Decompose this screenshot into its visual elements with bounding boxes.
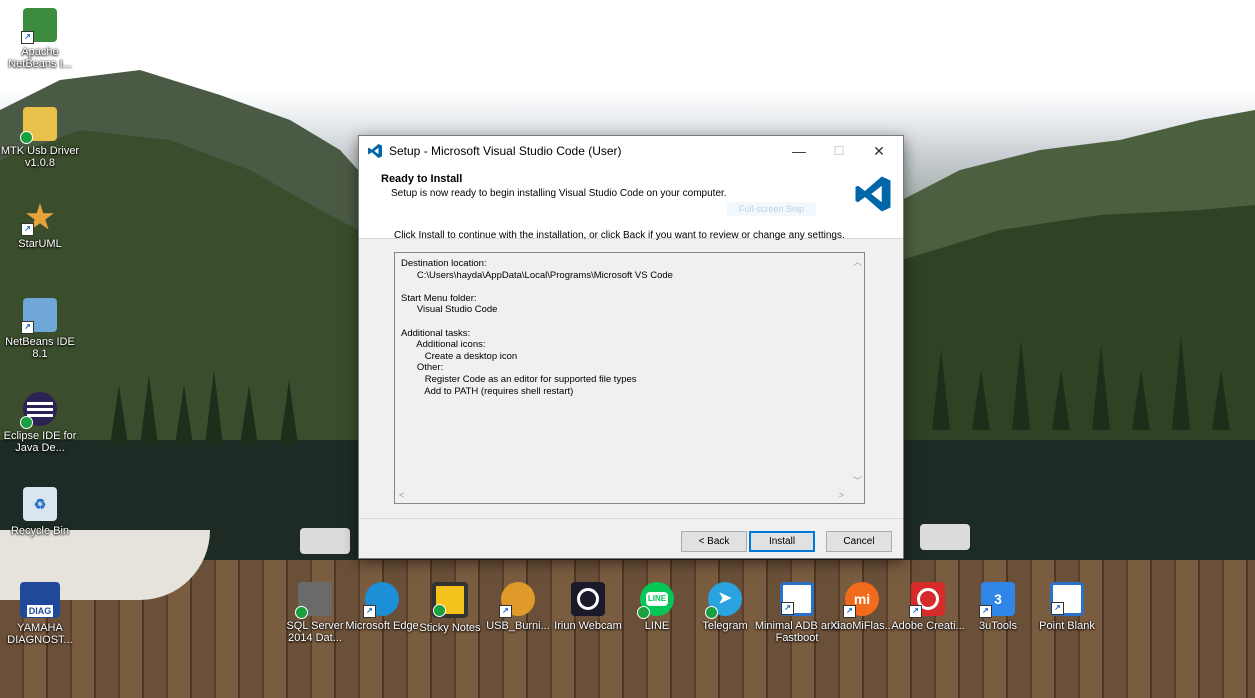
mi-glyph: mi	[853, 591, 871, 607]
desktop-icon-label: Iriun Webcam	[554, 620, 622, 632]
desktop-icon-apache-netbeans[interactable]: ↗ Apache NetBeans I...	[0, 8, 80, 70]
desktop-icon-label: Point Blank	[1039, 620, 1095, 632]
page-subheading: Setup is now ready to begin installing V…	[391, 188, 727, 199]
scroll-up-icon[interactable]: ︿	[853, 255, 862, 268]
desktop-icon-label: YAMAHA DIAGNOST...	[7, 622, 73, 646]
scroll-right-icon[interactable]: >	[839, 490, 844, 500]
desktop-icon-iriun-webcam[interactable]: Iriun Webcam	[548, 582, 628, 632]
vscode-icon	[368, 144, 382, 158]
sql-server-icon	[295, 582, 332, 619]
vscode-logo-icon	[855, 176, 891, 212]
telegram-icon: ➤	[705, 582, 742, 619]
memo-text: Destination location: C:\Users\hayda\App…	[401, 258, 673, 397]
desktop-icon-staruml[interactable]: ★ ↗ StarUML	[0, 200, 80, 250]
page-heading: Ready to Install	[381, 173, 463, 185]
adb-window-icon: ↗	[780, 582, 814, 616]
netbeans-cube-icon: ↗	[21, 298, 57, 334]
desktop-icon-usb-burning[interactable]: ↗ USB_Burni...	[478, 582, 558, 632]
desktop-icon-label: Apache NetBeans I...	[8, 46, 72, 70]
desktop-icon-label: MTK Usb Driver v1.0.8	[0, 145, 80, 169]
maximize-button[interactable]: ☐	[819, 136, 859, 166]
line-icon: LINE	[637, 582, 674, 619]
3utools-icon: 3 ↗	[979, 582, 1015, 618]
desktop-icon-label: Recycle Bin	[10, 525, 70, 537]
desktop-icon-adobe-creative[interactable]: ↗ Adobe Creati...	[888, 582, 968, 632]
treeline-right	[902, 335, 1255, 430]
snip-overlay-text: Full-screen Snip	[727, 202, 817, 216]
desktop-icon-label: NetBeans IDE 8.1	[5, 336, 75, 360]
diag-badge: DIAG	[26, 605, 54, 617]
sticky-notes-icon	[432, 582, 468, 618]
point-blank-icon: ↗	[1050, 582, 1084, 616]
desktop-icon-eclipse[interactable]: Eclipse IDE for Java De...	[0, 392, 80, 454]
recycle-bin-icon: ♻	[23, 487, 57, 521]
minimize-button[interactable]: —	[779, 136, 819, 166]
desktop-icon-yamaha-diagnostic[interactable]: DIAG YAMAHA DIAGNOST...	[0, 582, 80, 646]
netbeans-cube-icon: ↗	[21, 8, 57, 44]
desktop-icon-label: Adobe Creati...	[891, 620, 965, 632]
mi-icon: mi ↗	[843, 582, 879, 618]
adobe-cc-icon: ↗	[909, 582, 945, 618]
back-button[interactable]: < Back	[681, 531, 747, 552]
desktop-icon-point-blank[interactable]: ↗ Point Blank	[1027, 582, 1107, 632]
folder-zip-icon	[20, 107, 57, 144]
cancel-button[interactable]: Cancel	[826, 531, 892, 552]
desktop-icon-netbeans-ide[interactable]: ↗ NetBeans IDE 8.1	[0, 298, 80, 360]
ready-memo[interactable]: Destination location: C:\Users\hayda\App…	[394, 252, 865, 504]
desktop-icon-label: StarUML	[18, 238, 62, 250]
pier-post-right	[920, 524, 970, 550]
star-icon: ★ ↗	[21, 200, 57, 236]
desktop-background: ↗ Apache NetBeans I... MTK Usb Driver v1…	[0, 0, 1255, 698]
desktop-icon-label: USB_Burni...	[486, 620, 550, 632]
desktop-icon-label: Eclipse IDE for Java De...	[3, 430, 77, 454]
wizard-footer: < Back Install Cancel	[359, 518, 903, 559]
scroll-left-icon[interactable]: <	[399, 490, 404, 500]
desktop-icon-3utools[interactable]: 3 ↗ 3uTools	[958, 582, 1038, 632]
desktop-icon-label: 3uTools	[979, 620, 1017, 632]
wizard-header: Ready to Install Setup is now ready to b…	[359, 166, 903, 239]
dialog-titlebar[interactable]: Setup - Microsoft Visual Studio Code (Us…	[359, 136, 903, 166]
horizontal-scrollbar[interactable]: < >	[395, 489, 864, 503]
desktop-icon-recycle-bin[interactable]: ♻ Recycle Bin	[0, 487, 80, 537]
dialog-title: Setup - Microsoft Visual Studio Code (Us…	[389, 144, 622, 158]
setup-dialog: Setup - Microsoft Visual Studio Code (Us…	[358, 135, 904, 559]
close-button[interactable]: ✕	[859, 136, 899, 166]
usb-burning-icon: ↗	[499, 582, 535, 618]
pier-post-left	[300, 528, 350, 554]
instruction-text: Click Install to continue with the insta…	[394, 230, 845, 241]
install-button[interactable]: Install	[749, 531, 815, 552]
webcam-icon	[571, 582, 605, 616]
scroll-down-icon[interactable]: ﹀	[853, 474, 862, 487]
yamaha-diag-icon: DIAG	[20, 582, 60, 618]
eclipse-icon	[20, 392, 57, 429]
line-glyph: LINE	[645, 592, 669, 606]
desktop-icon-mtk-usb-driver[interactable]: MTK Usb Driver v1.0.8	[0, 107, 80, 169]
vertical-scrollbar[interactable]: ︿ ﹀	[850, 253, 864, 489]
edge-icon: ↗	[363, 582, 399, 618]
